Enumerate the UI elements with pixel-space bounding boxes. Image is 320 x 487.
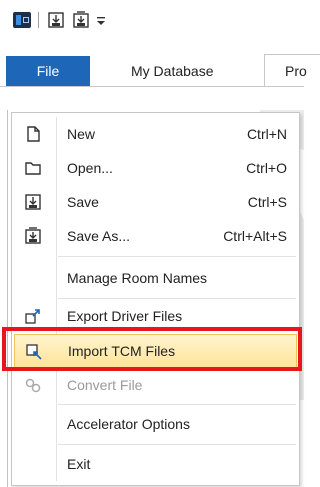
convert-icon <box>24 376 42 394</box>
save-as-icon[interactable] <box>72 11 90 29</box>
file-menu: New Ctrl+N Open... Ctrl+O Save Ctrl+S Sa… <box>11 112 300 486</box>
menu-item-import-tcm-files[interactable]: Import TCM Files <box>14 334 297 368</box>
menu-item-accelerator-options[interactable]: Accelerator Options <box>14 407 297 441</box>
menu-item-label: Open... <box>67 160 113 176</box>
menu-separator <box>58 256 296 257</box>
menu-item-label: Save As... <box>67 228 131 244</box>
content-divider <box>7 110 8 487</box>
menu-item-label: Save <box>67 194 99 210</box>
menu-item-manage-room-names[interactable]: Manage Room Names <box>14 261 297 295</box>
toolbar-separator <box>38 12 39 28</box>
menu-item-shortcut: Ctrl+S <box>247 194 287 210</box>
menu-item-shortcut: Ctrl+O <box>246 160 287 176</box>
new-file-icon <box>24 125 42 143</box>
menu-item-export-driver-files[interactable]: Export Driver Files <box>14 299 297 333</box>
save-icon[interactable] <box>47 11 65 29</box>
title-bar <box>0 0 304 40</box>
menu-separator <box>58 444 296 445</box>
menu-item-open[interactable]: Open... Ctrl+O <box>14 151 297 185</box>
chevron-down-icon[interactable] <box>95 12 107 28</box>
menu-item-label: Accelerator Options <box>67 416 190 432</box>
menu-item-convert-file[interactable]: Convert File <box>14 368 297 402</box>
tab-my-database[interactable]: My Database <box>131 56 213 86</box>
save-as-icon <box>24 227 42 245</box>
menu-separator <box>58 404 296 405</box>
export-icon <box>24 307 42 325</box>
tab-partial[interactable]: Pro <box>264 54 320 86</box>
menu-item-save-as[interactable]: Save As... Ctrl+Alt+S <box>14 219 297 253</box>
menu-item-exit[interactable]: Exit <box>14 447 297 481</box>
import-icon <box>25 343 43 361</box>
menu-item-label: Manage Room Names <box>67 270 208 286</box>
menu-item-new[interactable]: New Ctrl+N <box>14 117 297 151</box>
menu-item-label: Exit <box>67 456 91 472</box>
menu-item-label: Export Driver Files <box>67 308 183 324</box>
ribbon-tab-bar: File My Database Pro <box>0 52 320 87</box>
menu-item-save[interactable]: Save Ctrl+S <box>14 185 297 219</box>
save-icon <box>24 193 42 211</box>
menu-item-shortcut: Ctrl+N <box>246 126 287 142</box>
menu-item-label: Convert File <box>67 377 143 393</box>
menu-item-shortcut: Ctrl+Alt+S <box>223 228 287 244</box>
app-logo-icon[interactable] <box>13 12 31 28</box>
menu-item-label: Import TCM Files <box>68 343 176 359</box>
tab-file[interactable]: File <box>6 56 90 86</box>
menu-item-label: New <box>67 126 96 142</box>
folder-icon <box>24 159 42 177</box>
